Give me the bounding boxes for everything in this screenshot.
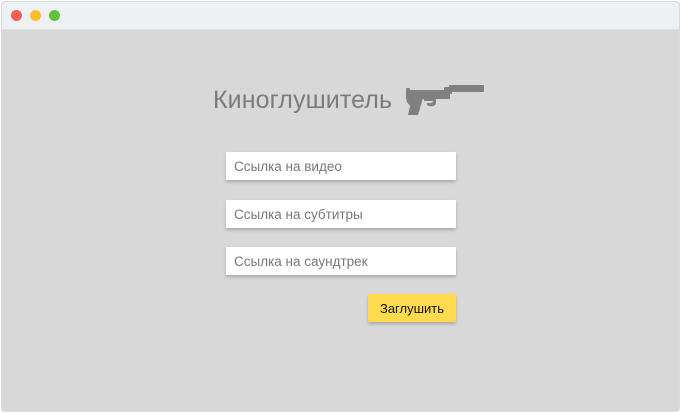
mute-submit-button[interactable]: Заглушить — [368, 294, 456, 322]
minimize-window-button[interactable] — [30, 10, 41, 21]
page-header: Киноглушитель — [213, 81, 485, 120]
pistol-with-silencer-icon — [406, 81, 485, 120]
subtitles-link-input[interactable] — [226, 200, 456, 228]
maximize-window-button[interactable] — [49, 10, 60, 21]
app-window: Киноглушитель Ссылка на видео Ссылка на … — [1, 1, 680, 412]
window-titlebar — [2, 2, 679, 30]
video-link-input[interactable] — [226, 152, 456, 180]
main-content: Киноглушитель Ссылка на видео Ссылка на … — [2, 30, 679, 411]
soundtrack-link-input[interactable] — [226, 247, 456, 275]
page-title: Киноглушитель — [213, 85, 393, 114]
close-window-button[interactable] — [11, 10, 22, 21]
